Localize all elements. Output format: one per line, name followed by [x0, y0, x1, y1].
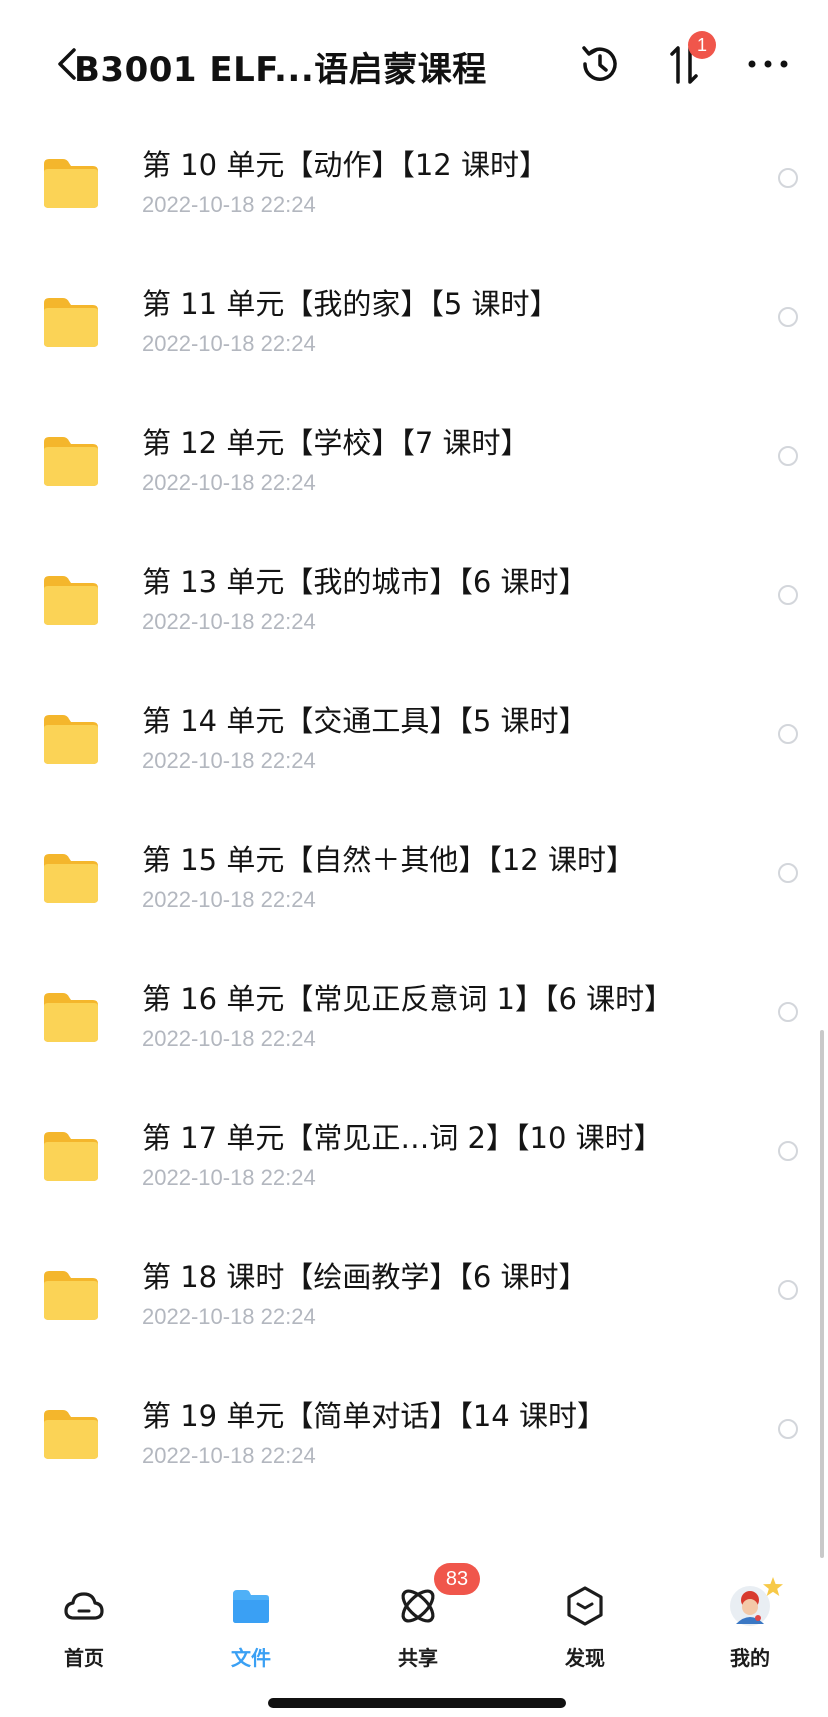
folder-icon — [44, 1132, 98, 1181]
folder-icon — [44, 298, 98, 347]
folder-name: 第 14 单元【交通工具】【5 课时】 — [142, 704, 588, 738]
tab-share-label: 共享 — [398, 1646, 438, 1670]
share-badge: 83 — [434, 1563, 480, 1595]
tab-me[interactable]: 我的 — [690, 1570, 810, 1680]
folder-name: 第 13 单元【我的城市】【6 课时】 — [142, 565, 588, 599]
history-icon[interactable] — [576, 40, 624, 88]
transfer-badge: 1 — [688, 31, 716, 59]
folder-row[interactable]: 第 18 课时【绘画教学】【6 课时】 2022-10-18 22:24 — [0, 1232, 828, 1371]
folder-row[interactable]: 第 14 单元【交通工具】【5 课时】 2022-10-18 22:24 — [0, 676, 828, 815]
tab-discover[interactable]: 发现 — [525, 1570, 645, 1680]
folder-name: 第 10 单元【动作】【12 课时】 — [142, 148, 548, 182]
folder-icon — [44, 715, 98, 764]
folder-date: 2022-10-18 22:24 — [142, 748, 316, 773]
tab-me-label: 我的 — [730, 1646, 770, 1670]
folder-name: 第 19 单元【简单对话】【14 课时】 — [142, 1399, 606, 1433]
select-radio[interactable] — [778, 585, 798, 605]
folder-date: 2022-10-18 22:24 — [142, 609, 316, 634]
folder-date: 2022-10-18 22:24 — [142, 192, 316, 217]
folder-date: 2022-10-18 22:24 — [142, 470, 316, 495]
folder-row[interactable]: 第 13 单元【我的城市】【6 课时】 2022-10-18 22:24 — [0, 537, 828, 676]
folder-icon — [44, 437, 98, 486]
folder-icon — [44, 854, 98, 903]
folder-name: 第 12 单元【学校】【7 课时】 — [142, 426, 530, 460]
folder-row[interactable]: 第 11 单元【我的家】【5 课时】 2022-10-18 22:24 — [0, 259, 828, 398]
folder-date: 2022-10-18 22:24 — [142, 1304, 316, 1329]
select-radio[interactable] — [778, 1141, 798, 1161]
folder-row[interactable]: 第 12 单元【学校】【7 课时】 2022-10-18 22:24 — [0, 398, 828, 537]
discover-box-icon — [567, 1586, 603, 1626]
scrollbar[interactable] — [820, 1030, 824, 1558]
more-icon[interactable] — [744, 40, 792, 88]
folder-row[interactable]: 第 15 单元【自然＋其他】【12 课时】 2022-10-18 22:24 — [0, 815, 828, 954]
select-radio[interactable] — [778, 1002, 798, 1022]
select-radio[interactable] — [778, 1280, 798, 1300]
folder-name: 第 15 单元【自然＋其他】【12 课时】 — [142, 843, 635, 877]
folder-name: 第 17 单元【常见正…词 2】【10 课时】 — [142, 1121, 663, 1155]
select-radio[interactable] — [778, 1419, 798, 1439]
select-radio[interactable] — [778, 724, 798, 744]
folder-name: 第 16 单元【常见正反意词 1】【6 课时】 — [142, 982, 674, 1016]
folder-icon — [44, 1271, 98, 1320]
tab-home-label: 首页 — [64, 1646, 104, 1670]
folder-icon — [44, 1410, 98, 1459]
folder-row[interactable]: 第 19 单元【简单对话】【14 课时】 2022-10-18 22:24 — [0, 1371, 828, 1510]
select-radio[interactable] — [778, 863, 798, 883]
folder-date: 2022-10-18 22:24 — [142, 887, 316, 912]
folder-name: 第 18 课时【绘画教学】【6 课时】 — [142, 1260, 588, 1294]
share-orbit-icon — [401, 1589, 435, 1623]
folder-date: 2022-10-18 22:24 — [142, 331, 316, 356]
home-indicator — [268, 1698, 566, 1708]
tab-home[interactable]: 首页 — [24, 1570, 144, 1680]
select-radio[interactable] — [778, 446, 798, 466]
select-radio[interactable] — [778, 168, 798, 188]
folder-icon — [44, 576, 98, 625]
folder-date: 2022-10-18 22:24 — [142, 1165, 316, 1190]
star-icon — [763, 1577, 783, 1596]
page-title: B3001 ELF...语启蒙课程 — [74, 50, 487, 90]
bottom-tab-bar: 首页 文件 共享 发现 我的 — [0, 1560, 828, 1717]
tab-files[interactable]: 文件 — [191, 1570, 311, 1680]
folder-icon — [44, 993, 98, 1042]
folder-date: 2022-10-18 22:24 — [142, 1443, 316, 1468]
cloud-icon — [64, 1592, 104, 1620]
select-radio[interactable] — [778, 307, 798, 327]
tab-discover-label: 发现 — [565, 1646, 605, 1670]
folder-name: 第 11 单元【我的家】【5 课时】 — [142, 287, 559, 321]
folder-row[interactable]: 第 10 单元【动作】【12 课时】 2022-10-18 22:24 — [0, 120, 828, 259]
folder-icon — [44, 159, 98, 208]
tab-files-label: 文件 — [231, 1646, 271, 1670]
folder-row[interactable]: 第 17 单元【常见正…词 2】【10 课时】 2022-10-18 22:24 — [0, 1093, 828, 1232]
folder-date: 2022-10-18 22:24 — [142, 1026, 316, 1051]
top-bar: B3001 ELF...语启蒙课程 — [0, 0, 828, 120]
folder-row[interactable]: 第 16 单元【常见正反意词 1】【6 课时】 2022-10-18 22:24 — [0, 954, 828, 1093]
files-folder-icon — [233, 1590, 269, 1623]
